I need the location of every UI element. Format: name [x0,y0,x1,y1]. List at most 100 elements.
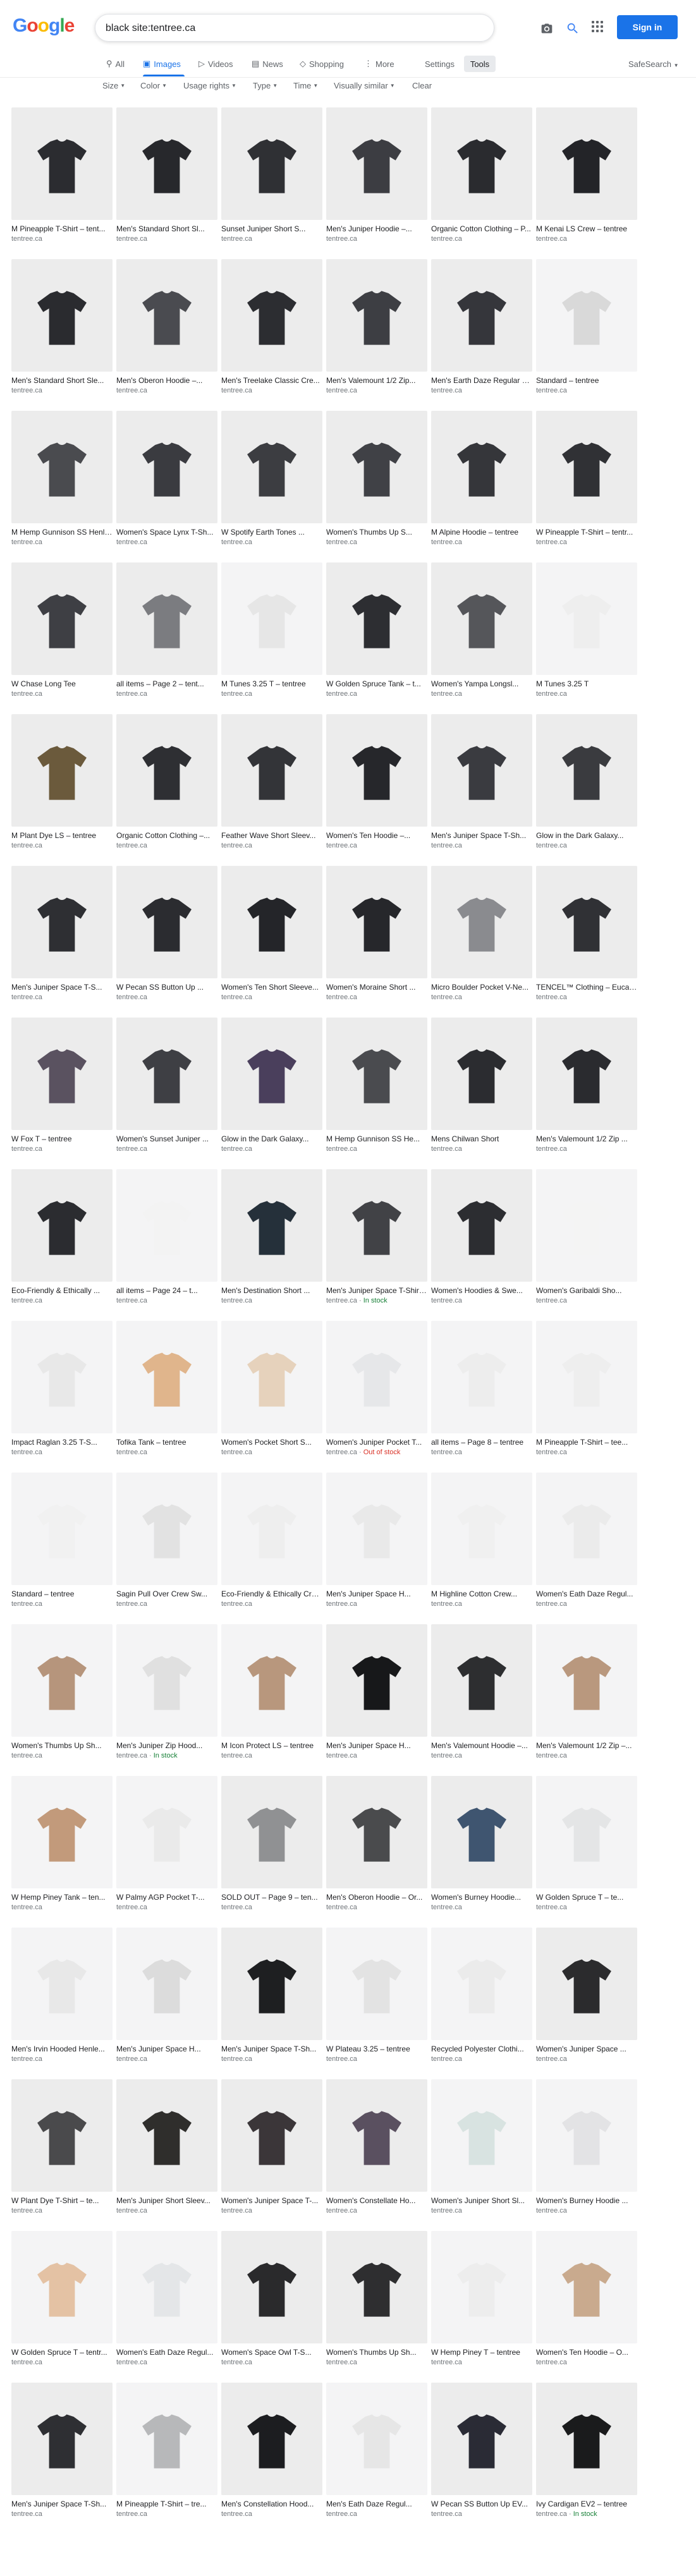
image-result[interactable]: Men's Valemount 1/2 Zip... tentree.ca [326,259,427,401]
result-thumbnail[interactable] [221,2231,322,2343]
result-thumbnail[interactable] [116,1776,217,1888]
image-result[interactable]: all items – Page 24 – t... tentree.ca [116,1169,217,1311]
image-result[interactable]: M Alpine Hoodie – tentree tentree.ca [431,411,532,553]
result-title[interactable]: Women's Juniper Space T-... [221,2196,322,2205]
result-title[interactable]: Men's Standard Short Sl... [116,224,217,233]
image-result[interactable]: Men's Destination Short ... tentree.ca [221,1169,322,1311]
image-result[interactable]: Women's Thumbs Up Sh... tentree.ca [326,2231,427,2373]
result-thumbnail[interactable] [431,1776,532,1888]
image-result[interactable]: Women's Ten Hoodie –... tentree.ca [326,714,427,856]
result-thumbnail[interactable] [11,1169,113,1282]
result-thumbnail[interactable] [431,1624,532,1737]
result-title[interactable]: Women's Sunset Juniper ... [116,1134,217,1143]
image-result[interactable]: Sunset Juniper Short S... tentree.ca [221,107,322,250]
result-title[interactable]: all items – Page 24 – t... [116,1286,217,1295]
image-result[interactable]: W Palmy AGP Pocket T-... tentree.ca [116,1776,217,1918]
result-thumbnail[interactable] [11,107,113,220]
image-result[interactable]: Men's Valemount Hoodie –... tentree.ca [431,1624,532,1766]
result-thumbnail[interactable] [116,1169,217,1282]
image-result[interactable]: Men's Juniper Space H... tentree.ca [116,1928,217,2070]
result-thumbnail[interactable] [11,714,113,827]
result-thumbnail[interactable] [536,1018,637,1130]
result-title[interactable]: Men's Juniper Space T-Sh... [221,2044,322,2053]
tab-all[interactable]: ⚲ All [106,54,125,73]
result-title[interactable]: Men's Standard Short Sle... [11,376,113,385]
result-thumbnail[interactable] [221,562,322,675]
image-result[interactable]: M Hemp Gunnison SS Henley... tentree.ca [11,411,113,553]
image-result[interactable]: Men's Juniper Space T-Sh... tentree.ca [431,714,532,856]
image-result[interactable]: Men's Valemount 1/2 Zip ... tentree.ca [536,1018,637,1160]
result-thumbnail[interactable] [11,259,113,372]
result-thumbnail[interactable] [221,1321,322,1433]
image-result[interactable]: M Tunes 3.25 T tentree.ca [536,562,637,705]
image-result[interactable]: Eco-Friendly & Ethically ... tentree.ca [11,1169,113,1311]
result-title[interactable]: M Hemp Gunnison SS Henley... [11,528,113,537]
result-title[interactable]: Women's Pocket Short S... [221,1438,322,1447]
result-title[interactable]: Eco-Friendly & Ethically Craf... [221,1589,322,1598]
image-result[interactable]: Men's Juniper Space H... tentree.ca [326,1624,427,1766]
image-result[interactable]: Glow in the Dark Galaxy... tentree.ca [221,1018,322,1160]
image-result[interactable]: Mens Chilwan Short tentree.ca [431,1018,532,1160]
result-title[interactable]: Recycled Polyester Clothi... [431,2044,532,2053]
result-thumbnail[interactable] [326,714,427,827]
result-thumbnail[interactable] [326,107,427,220]
image-result[interactable]: W Golden Spruce T – te... tentree.ca [536,1776,637,1918]
result-title[interactable]: W Plant Dye T-Shirt – te... [11,2196,113,2205]
result-thumbnail[interactable] [116,714,217,827]
result-thumbnail[interactable] [536,714,637,827]
image-result[interactable]: Micro Boulder Pocket V-Ne... tentree.ca [431,866,532,1008]
image-result[interactable]: M Kenai LS Crew – tentree tentree.ca [536,107,637,250]
result-thumbnail[interactable] [536,1473,637,1585]
image-result[interactable]: Women's Ten Short Sleeve... tentree.ca [221,866,322,1008]
result-thumbnail[interactable] [431,2383,532,2495]
image-result[interactable]: Women's Eath Daze Regul... tentree.ca [536,1473,637,1615]
filter-type[interactable]: Type ▼ [253,81,278,90]
result-title[interactable]: Men's Treelake Classic Cre... [221,376,322,385]
image-result[interactable]: M Icon Protect LS – tentree tentree.ca [221,1624,322,1766]
result-title[interactable]: Organic Cotton Clothing – P... [431,224,532,233]
result-title[interactable]: M Pineapple T-Shirt – tent... [11,224,113,233]
image-result[interactable]: Women's Juniper Short Sl... tentree.ca [431,2079,532,2221]
result-title[interactable]: M Hemp Gunnison SS He... [326,1134,427,1143]
result-title[interactable]: Men's Valemount 1/2 Zip –... [536,1741,637,1750]
result-thumbnail[interactable] [116,1624,217,1737]
result-thumbnail[interactable] [221,1776,322,1888]
result-thumbnail[interactable] [431,2079,532,2192]
image-result[interactable]: W Hemp Piney T – tentree tentree.ca [431,2231,532,2373]
result-title[interactable]: Women's Juniper Short Sl... [431,2196,532,2205]
image-result[interactable]: Ivy Cardigan EV2 – tentree tentree.ca · I… [536,2383,637,2525]
result-title[interactable]: Women's Eath Daze Regul... [116,2348,217,2357]
result-title[interactable]: Men's Oberon Hoodie –... [116,376,217,385]
image-result[interactable]: W Hemp Piney Tank – ten... tentree.ca [11,1776,113,1918]
image-result[interactable]: W Spotify Earth Tones ... tentree.ca [221,411,322,553]
result-thumbnail[interactable] [431,259,532,372]
image-result[interactable]: TENCEL™ Clothing – Eucal... tentree.ca [536,866,637,1008]
image-result[interactable]: M Highline Cotton Crew... tentree.ca [431,1473,532,1615]
image-result[interactable]: Women's Garibaldi Sho... tentree.ca [536,1169,637,1311]
result-title[interactable]: W Chase Long Tee [11,679,113,688]
result-title[interactable]: Women's Space Owl T-S... [221,2348,322,2357]
result-title[interactable]: Men's Eath Daze Regul... [326,2500,427,2508]
image-result[interactable]: Sagin Pull Over Crew Sw... tentree.ca [116,1473,217,1615]
result-thumbnail[interactable] [221,1928,322,2040]
google-logo[interactable]: Google [13,15,75,37]
result-title[interactable]: M Tunes 3.25 T [536,679,637,688]
result-title[interactable]: W Fox T – tentree [11,1134,113,1143]
image-result[interactable]: W Golden Spruce Tank – t... tentree.ca [326,562,427,705]
image-result[interactable]: Tofika Tank – tentree tentree.ca [116,1321,217,1463]
result-thumbnail[interactable] [326,1776,427,1888]
result-title[interactable]: Men's Juniper Space T-Shirt – Tr... [326,1286,427,1295]
result-thumbnail[interactable] [116,1473,217,1585]
image-result[interactable]: W Chase Long Tee tentree.ca [11,562,113,705]
result-thumbnail[interactable] [11,866,113,978]
result-title[interactable]: Ivy Cardigan EV2 – tentree [536,2500,637,2508]
result-thumbnail[interactable] [11,1018,113,1130]
image-result[interactable]: Men's Juniper Space H... tentree.ca [326,1473,427,1615]
result-title[interactable]: Men's Juniper Zip Hood... [116,1741,217,1750]
image-result[interactable]: Men's Oberon Hoodie –... tentree.ca [116,259,217,401]
result-thumbnail[interactable] [431,411,532,523]
image-result[interactable]: Organic Cotton Clothing –... tentree.ca [116,714,217,856]
result-title[interactable]: M Tunes 3.25 T – tentree [221,679,322,688]
result-title[interactable]: Men's Valemount 1/2 Zip ... [536,1134,637,1143]
filter-visually-similar[interactable]: Visually similar ▼ [334,81,395,90]
